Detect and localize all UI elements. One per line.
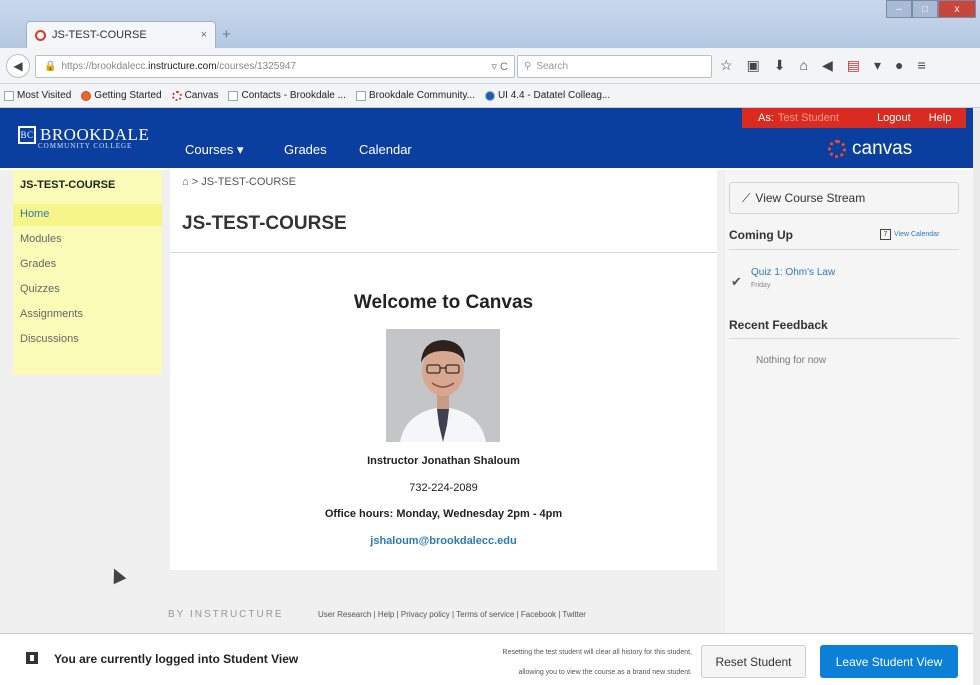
instructor-name: Instructor Jonathan Shaloum: [367, 455, 520, 467]
addon-icon[interactable]: ▤: [847, 57, 860, 74]
reset-note: Resetting the test student will clear al…: [502, 649, 692, 676]
bookmarks-bar: Most Visited Getting Started Canvas Cont…: [0, 84, 980, 108]
close-window-button[interactable]: x: [938, 0, 976, 18]
bookmark-item[interactable]: Brookdale Community...: [355, 90, 475, 101]
page-icon: [355, 90, 366, 101]
logo-subtitle: COMMUNITY COLLEGE: [38, 142, 133, 150]
nav-grades[interactable]: Grades: [284, 142, 327, 157]
datatel-icon: [484, 90, 495, 101]
course-nav-grades[interactable]: Grades: [20, 258, 56, 270]
current-user[interactable]: Test Student: [778, 112, 839, 124]
no-feedback-text: Nothing for now: [756, 355, 827, 366]
student-view-message: You are currently logged into Student Vi…: [54, 652, 299, 666]
recent-feedback-heading: Recent Feedback: [729, 318, 828, 332]
bookmark-item[interactable]: Canvas: [171, 90, 218, 101]
coming-up-heading: Coming Up: [729, 228, 793, 242]
download-icon[interactable]: ⬇: [774, 57, 786, 74]
breadcrumb-course[interactable]: JS-TEST-COURSE: [201, 176, 296, 188]
page-scrollbar[interactable]: [973, 108, 980, 685]
canvas-logo[interactable]: canvas: [828, 138, 912, 160]
browser-tab[interactable]: JS-TEST-COURSE ×: [26, 21, 216, 48]
office-hours: Office hours: Monday, Wednesday 2pm - 4p…: [324, 508, 563, 520]
course-nav-home[interactable]: Home: [20, 208, 49, 220]
course-nav-quizzes[interactable]: Quizzes: [20, 283, 60, 295]
leave-student-view-button[interactable]: Leave Student View: [820, 645, 958, 678]
window-controls: – □ x: [886, 0, 976, 20]
back-arrow-icon[interactable]: ◀: [6, 54, 30, 78]
divider: [729, 338, 959, 339]
divider: [729, 249, 959, 250]
new-tab-button[interactable]: +: [222, 26, 231, 43]
chart-icon: ⟋: [742, 190, 751, 205]
logout-link[interactable]: Logout: [877, 112, 911, 124]
divider: [170, 252, 717, 253]
reset-student-button[interactable]: Reset Student: [701, 645, 806, 678]
instructor-photo: [386, 329, 500, 442]
page-icon: [228, 90, 239, 101]
chevron-down-icon[interactable]: ▾: [874, 57, 881, 74]
footer-links[interactable]: User Research | Help | Privacy policy | …: [318, 610, 586, 619]
as-label: As:: [758, 112, 774, 124]
bookmark-item[interactable]: Contacts - Brookdale ...: [228, 90, 346, 101]
course-nav-title: JS-TEST-COURSE: [20, 179, 116, 191]
bookmark-item[interactable]: UI 4.4 - Datatel Colleag...: [484, 90, 610, 101]
bookmark-item[interactable]: Getting Started: [81, 90, 162, 101]
canvas-icon: [171, 90, 182, 101]
by-instructure-label: BY INSTRUCTURE: [168, 609, 284, 620]
search-icon: ⚲: [524, 61, 532, 72]
view-calendar-link[interactable]: 7 View Calendar: [880, 229, 939, 240]
student-view-icon: [26, 652, 38, 664]
brookdale-mark-icon: BC: [18, 126, 36, 144]
bookmark-folder-icon: [4, 90, 14, 101]
lock-icon: 🔒: [44, 61, 57, 72]
star-bookmark-icon[interactable]: ☆: [720, 57, 733, 74]
menu-icon[interactable]: ≡: [918, 57, 926, 74]
breadcrumb: ⌂ > JS-TEST-COURSE: [182, 176, 296, 188]
url-prefix: https://brookdalecc.: [61, 61, 149, 72]
welcome-heading: Welcome to Canvas: [353, 292, 534, 313]
quiz-icon: ✔: [731, 274, 742, 289]
course-nav-discussions[interactable]: Discussions: [20, 333, 79, 345]
instructor-phone: 732-224-2089: [409, 482, 478, 494]
chat-icon[interactable]: ●: [895, 57, 903, 74]
instructor-email-link[interactable]: jshaloum@brookdalecc.edu: [170, 535, 717, 547]
maximize-button[interactable]: □: [912, 0, 938, 18]
send-icon[interactable]: ◀: [822, 57, 833, 74]
url-bar[interactable]: 🔒 https://brookdalecc. instructure.com /…: [35, 55, 515, 78]
refresh-icon[interactable]: ▿ C: [491, 60, 508, 73]
canvas-ring-icon: [828, 140, 846, 158]
firefox-icon: [81, 90, 92, 101]
browser-search-input[interactable]: ⚲ Search: [517, 55, 712, 78]
tab-title: JS-TEST-COURSE: [52, 29, 147, 41]
nav-calendar[interactable]: Calendar: [359, 142, 412, 157]
tab-close-icon[interactable]: ×: [201, 29, 207, 41]
upcoming-quiz-link[interactable]: Quiz 1: Ohm's Law: [751, 267, 835, 278]
minimize-button[interactable]: –: [886, 0, 912, 18]
browser-toolbar-icons: ☆ ▣ ⬇ ⌂ ◀ ▤ ▾ ● ≡: [720, 57, 926, 74]
search-placeholder: Search: [536, 61, 569, 72]
canvas-favicon-icon: [35, 29, 46, 41]
nav-courses[interactable]: Courses ▾: [185, 142, 244, 158]
view-course-stream-button[interactable]: ⟋ View Course Stream: [729, 182, 959, 214]
course-nav-modules[interactable]: Modules: [20, 233, 62, 245]
course-nav-assignments[interactable]: Assignments: [20, 308, 83, 320]
home-icon[interactable]: ⌂: [800, 57, 808, 74]
page-title: JS-TEST-COURSE: [182, 213, 347, 234]
reading-list-icon[interactable]: ▣: [747, 57, 760, 74]
help-link[interactable]: Help: [929, 112, 952, 124]
home-icon[interactable]: ⌂: [182, 176, 189, 188]
url-path: /courses/1325947: [216, 61, 297, 72]
url-host: instructure.com: [148, 61, 217, 72]
calendar-icon: 7: [880, 229, 891, 240]
user-menu-bar: As: Test Student Logout Help: [742, 108, 966, 128]
bookmark-item[interactable]: Most Visited: [4, 90, 71, 101]
upcoming-date: Friday: [751, 282, 771, 289]
